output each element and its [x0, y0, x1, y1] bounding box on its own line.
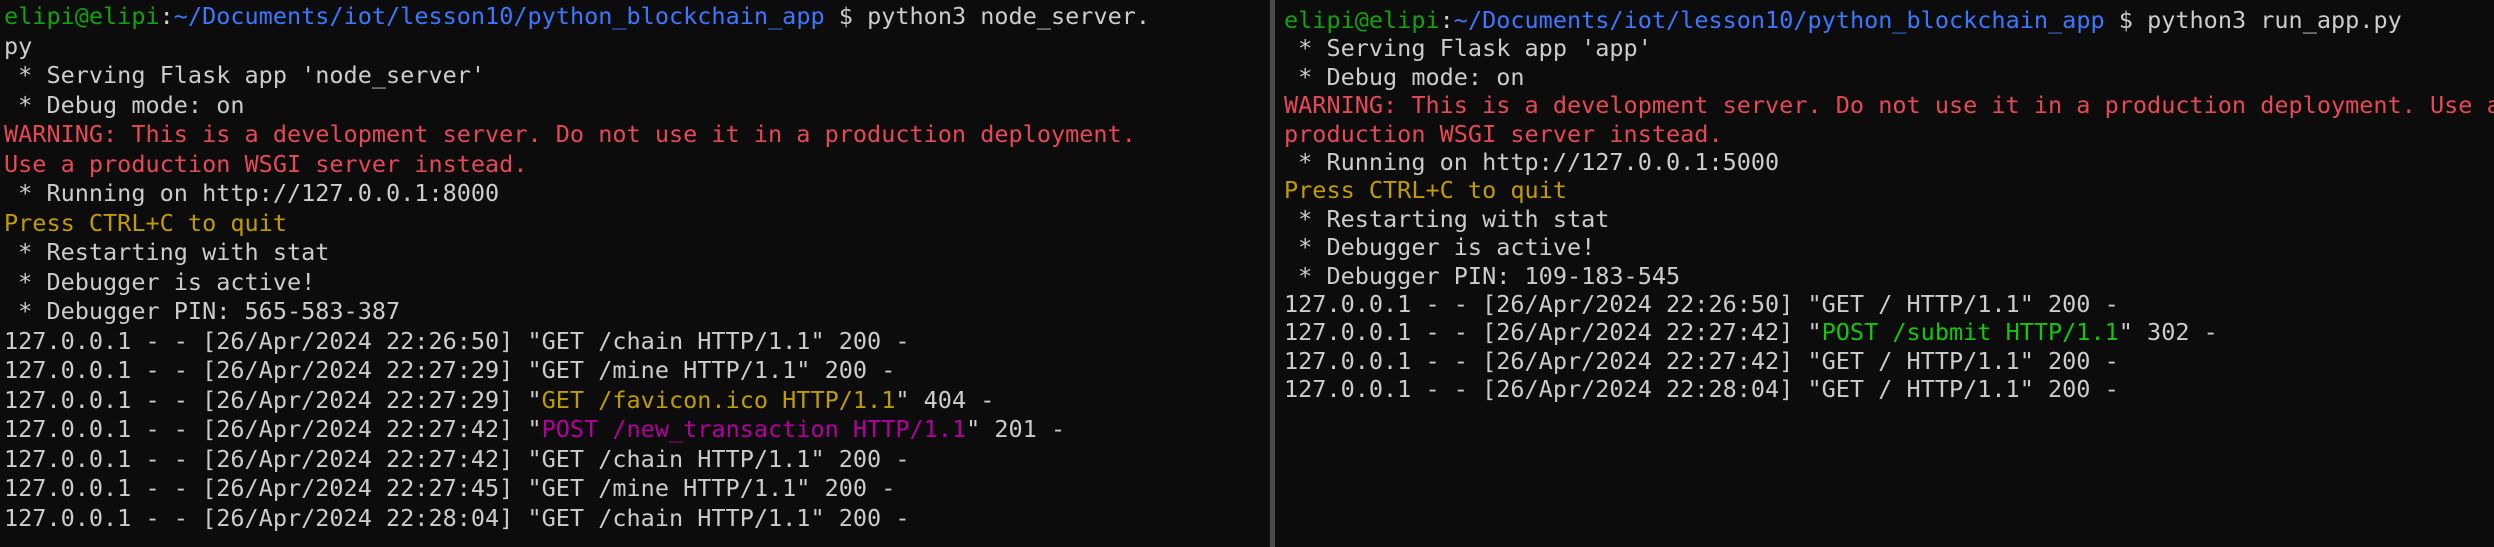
log-text: 127.0.0.1 - - [26/Apr/2024 22:26:50] "GE…: [4, 326, 910, 355]
warning-line: WARNING: This is a development server. D…: [1284, 91, 2494, 120]
log-line: 127.0.0.1 - - [26/Apr/2024 22:27:29] "GE…: [4, 386, 1150, 416]
debugger-active-line: * Debugger is active!: [4, 267, 316, 296]
prompt-user: elipi@elipi: [1284, 6, 1440, 34]
log-line: 127.0.0.1 - - [26/Apr/2024 22:27:42] "GE…: [1284, 347, 2494, 375]
quit-hint-line: Press CTRL+C to quit: [1284, 176, 1567, 205]
command-wrap: py: [4, 31, 33, 60]
log-status: " 404 -: [895, 385, 995, 414]
log-line: 127.0.0.1 - - [26/Apr/2024 22:27:29] "GE…: [4, 356, 1150, 386]
log-line: 127.0.0.1 - - [26/Apr/2024 22:27:45] "GE…: [4, 474, 1150, 504]
command-text: python3 node_server.: [867, 2, 1151, 30]
warning-line: production WSGI server instead.: [1284, 119, 1723, 148]
warning-line: Use a production WSGI server instead.: [4, 149, 528, 178]
running-line: * Running on http://127.0.0.1:8000: [4, 179, 500, 207]
debugger-pin-line: * Debugger PIN: 109-183-545: [1284, 261, 1681, 290]
serving-line: * Serving Flask app 'app': [1284, 34, 1652, 63]
log-line: 127.0.0.1 - - [26/Apr/2024 22:28:04] "GE…: [1284, 375, 2494, 403]
log-request: POST /new_transaction HTTP/1.1: [541, 415, 967, 443]
terminal-output-right: elipi@elipi:~/Documents/iot/lesson10/pyt…: [1284, 6, 2494, 403]
terminal-pane-right[interactable]: elipi@elipi:~/Documents/iot/lesson10/pyt…: [1275, 0, 2494, 547]
log-text: 127.0.0.1 - - [26/Apr/2024 22:27:42] "GE…: [4, 444, 910, 473]
restarting-line: * Restarting with stat: [1284, 204, 1610, 233]
log-text: 127.0.0.1 - - [26/Apr/2024 22:27:42] ": [1284, 318, 1822, 347]
terminal-output-left: elipi@elipi:~/Documents/iot/lesson10/pyt…: [4, 2, 1150, 533]
debug-mode-line: * Debug mode: on: [1284, 62, 1525, 91]
prompt-line: elipi@elipi:~/Documents/iot/lesson10/pyt…: [1284, 6, 2494, 34]
terminal-pane-left[interactable]: elipi@elipi:~/Documents/iot/lesson10/pyt…: [0, 0, 1270, 547]
log-text: 127.0.0.1 - - [26/Apr/2024 22:27:29] "GE…: [4, 356, 896, 384]
log-request: GET /favicon.ico HTTP/1.1: [541, 385, 896, 414]
debugger-pin-line: * Debugger PIN: 565-583-387: [4, 297, 401, 325]
debug-mode-line: * Debug mode: on: [4, 90, 245, 119]
prompt-separator: :: [1439, 6, 1454, 34]
log-text: 127.0.0.1 - - [26/Apr/2024 22:28:04] "GE…: [4, 503, 910, 532]
prompt-line: elipi@elipi:~/Documents/iot/lesson10/pyt…: [4, 2, 1150, 32]
log-text: 127.0.0.1 - - [26/Apr/2024 22:27:42] ": [4, 415, 542, 443]
prompt-path: ~/Documents/iot/lesson10/python_blockcha…: [1453, 6, 2105, 34]
command-text: python3 run_app.py: [2147, 6, 2402, 34]
debugger-active-line: * Debugger is active!: [1284, 233, 1596, 262]
log-status: " 201 -: [966, 415, 1066, 443]
log-line: 127.0.0.1 - - [26/Apr/2024 22:27:42] "PO…: [4, 415, 1150, 445]
running-line: * Running on http://127.0.0.1:5000: [1284, 147, 1780, 176]
log-status: " 302 -: [2118, 318, 2218, 347]
serving-line: * Serving Flask app 'node_server': [4, 61, 486, 89]
log-text: 127.0.0.1 - - [26/Apr/2024 22:27:45] "GE…: [4, 474, 896, 502]
warning-line: WARNING: This is a development server. D…: [4, 120, 1136, 148]
quit-hint-line: Press CTRL+C to quit: [4, 208, 287, 237]
log-line: 127.0.0.1 - - [26/Apr/2024 22:26:50] "GE…: [4, 327, 1150, 357]
restarting-line: * Restarting with stat: [4, 238, 330, 266]
log-text: 127.0.0.1 - - [26/Apr/2024 22:27:42] "GE…: [1284, 346, 2119, 375]
prompt-symbol: $: [824, 2, 868, 30]
log-text: 127.0.0.1 - - [26/Apr/2024 22:26:50] "GE…: [1284, 289, 2119, 318]
log-line: 127.0.0.1 - - [26/Apr/2024 22:28:04] "GE…: [4, 504, 1150, 534]
prompt-path: ~/Documents/iot/lesson10/python_blockcha…: [173, 2, 825, 30]
log-line: 127.0.0.1 - - [26/Apr/2024 22:27:42] "GE…: [4, 445, 1150, 475]
prompt-separator: :: [159, 2, 174, 30]
prompt-symbol: $: [2104, 6, 2148, 34]
log-text: 127.0.0.1 - - [26/Apr/2024 22:28:04] "GE…: [1284, 375, 2119, 404]
log-request: POST /submit HTTP/1.1: [1821, 318, 2119, 347]
log-text: 127.0.0.1 - - [26/Apr/2024 22:27:29] ": [4, 385, 542, 414]
log-line: 127.0.0.1 - - [26/Apr/2024 22:27:42] "PO…: [1284, 318, 2494, 346]
prompt-user: elipi@elipi: [4, 2, 160, 30]
log-line: 127.0.0.1 - - [26/Apr/2024 22:26:50] "GE…: [1284, 290, 2494, 318]
